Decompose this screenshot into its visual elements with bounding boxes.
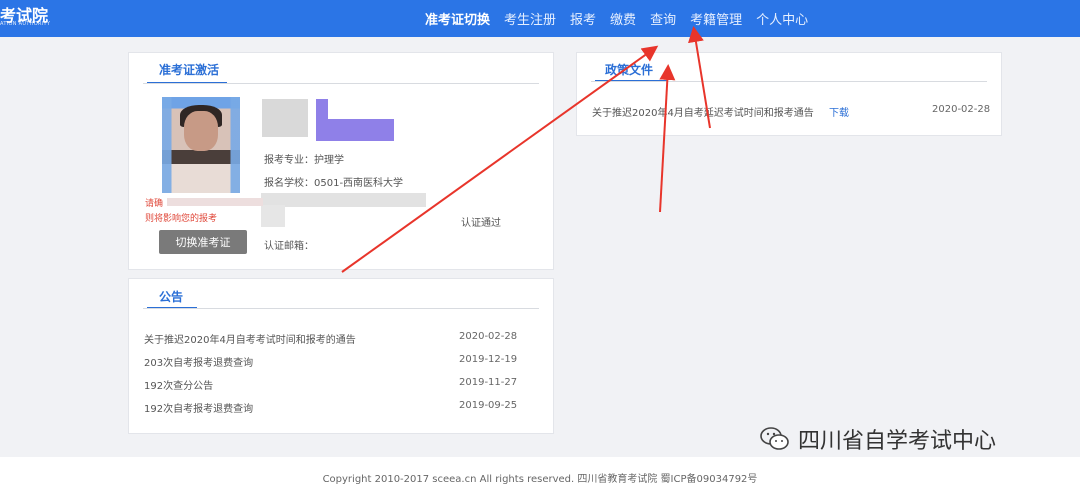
warning-text-line1: 请确 [145,199,164,209]
major-value: 护理学 [314,155,344,166]
nav-item-apply[interactable]: 报考 [570,9,596,28]
nav-item-payment[interactable]: 缴费 [610,9,636,28]
redacted-phone-value [261,205,285,227]
notice-item[interactable]: 192次自考报考退费查询 [144,400,253,415]
admission-card-panel: 准考证激活 报考专业： 护理学 报名学校： 0501-西南医科大学 认证通过 认… [128,52,554,270]
switch-admission-button[interactable]: 切换准考证 [159,230,247,254]
notice-panel: 公告 关于推迟2020年4月自考考试时间和报考的通告 2020-02-28 20… [128,278,554,434]
warning-text-line2: 则将影响您的报考 [145,214,218,224]
nav-item-records[interactable]: 考籍管理 [690,9,742,28]
policy-title: 政策文件 [605,63,654,77]
notice-divider [143,308,539,309]
nav-item-personal-center[interactable]: 个人中心 [756,9,808,28]
watermark: 四川省自学考试中心 [760,423,996,455]
notice-date: 2019-12-19 [459,354,518,365]
footer-copyright: Copyright 2010-2017 sceea.cn All rights … [322,474,758,485]
certification-status: 认证通过 [461,218,501,229]
policy-panel: 政策文件 关于推迟2020年4月自考延迟考试时间和报考通告 下载 2020-02… [576,52,1002,136]
email-label: 认证邮箱： [264,241,314,252]
main-nav: 准考证切换 考生注册 报考 缴费 查询 考籍管理 个人中心 [425,0,822,37]
redacted-warning [167,198,263,206]
school-label: 报名学校： [264,178,314,189]
candidate-photo [162,97,240,193]
site-logo[interactable]: 考试院 ATION AUTHORITY [0,0,70,37]
logo-subtext: ATION AUTHORITY [0,21,51,27]
nav-item-register[interactable]: 考生注册 [504,9,556,28]
nav-item-query[interactable]: 查询 [650,9,676,28]
policy-date: 2020-02-28 [932,104,991,115]
school-value: 0501-西南医科大学 [314,178,404,189]
nav-item-switch-admission[interactable]: 准考证切换 [425,9,490,28]
panel-divider [143,83,539,84]
notice-item[interactable]: 203次自考报考退费查询 [144,354,253,369]
notice-date: 2019-11-27 [459,377,518,388]
photo-face [184,111,218,151]
notice-item[interactable]: 192次查分公告 [144,377,213,392]
notice-date: 2020-02-28 [459,331,518,342]
notice-date: 2019-09-25 [459,400,518,411]
policy-divider [591,81,987,82]
policy-item[interactable]: 关于推迟2020年4月自考延迟考试时间和报考通告 [592,104,814,119]
major-label: 报考专业： [264,155,314,166]
redacted-name [262,99,308,137]
panel-title: 准考证激活 [159,63,220,77]
redacted-id-number [316,119,394,141]
top-navigation-bar: 考试院 ATION AUTHORITY 准考证切换 考生注册 报考 缴费 查询 … [0,0,1080,37]
redacted-id [316,99,328,119]
download-link[interactable]: 下载 [829,104,849,119]
notice-item[interactable]: 关于推迟2020年4月自考考试时间和报考的通告 [144,331,356,346]
watermark-text: 四川省自学考试中心 [798,429,997,454]
wechat-icon [760,426,790,452]
notice-title: 公告 [159,290,184,304]
redacted-phone [261,193,426,207]
